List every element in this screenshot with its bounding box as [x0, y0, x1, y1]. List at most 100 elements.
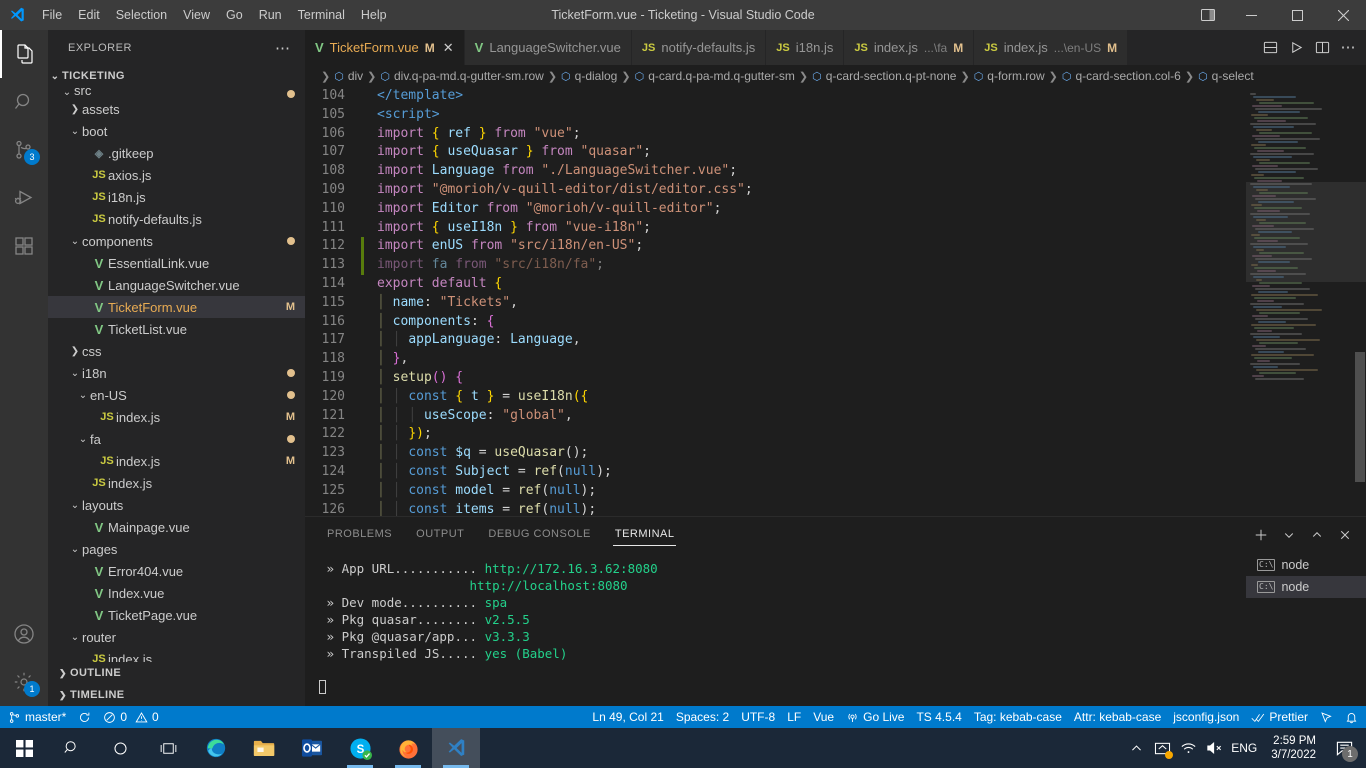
- code-line[interactable]: 115 │ name: "Tickets",: [305, 294, 1246, 313]
- tree-item-ticketpage-vue[interactable]: V TicketPage.vue: [48, 604, 305, 626]
- code-line[interactable]: 116 │ components: {: [305, 313, 1246, 332]
- code-line[interactable]: 112 import enUS from "src/i18n/en-US";: [305, 237, 1246, 257]
- code-line[interactable]: 105 <script>: [305, 106, 1246, 125]
- status-go-live[interactable]: Go Live: [840, 706, 910, 728]
- tree-item-languageswitcher-vue[interactable]: V LanguageSwitcher.vue: [48, 274, 305, 296]
- code-line[interactable]: 120 │ │ const { t } = useI18n({: [305, 388, 1246, 407]
- task-view-icon[interactable]: [144, 728, 192, 768]
- customize-layout-icon[interactable]: [1188, 0, 1228, 30]
- tree-root-ticketing[interactable]: ⌄ TICKETING: [48, 65, 305, 87]
- status-language-mode[interactable]: Vue: [807, 706, 840, 728]
- activity-run-debug[interactable]: [0, 174, 48, 222]
- tree-item-assets[interactable]: ❯ assets: [48, 98, 305, 120]
- editor-tab-index-js[interactable]: JS index.js ...\fa M: [844, 30, 975, 65]
- file-tree-body[interactable]: ⌄ src ❯ assets ⌄ boot ◈ .gitkeep JS axios.js JS i18…: [48, 87, 305, 662]
- tree-item-axios-js[interactable]: JS axios.js: [48, 164, 305, 186]
- terminal-output[interactable]: » App URL........... http://172.16.3.62:…: [305, 552, 1246, 706]
- code-lines-wrap[interactable]: 104 </template> 105 <script> 106 import { ref…: [305, 87, 1246, 516]
- panel-tab-terminal[interactable]: TERMINAL: [612, 517, 677, 552]
- status-branch[interactable]: master*: [2, 706, 72, 728]
- tree-item-ticketform-vue[interactable]: V TicketForm.vue M: [48, 296, 305, 318]
- status-typescript-version[interactable]: TS 4.5.4: [910, 706, 967, 728]
- breadcrumb[interactable]: ❯ ⬡ div ❯ ⬡ div.q-pa-md.q-gutter-sm.row ❯ ⬡ q-di…: [305, 65, 1366, 87]
- tree-item-error404-vue[interactable]: V Error404.vue: [48, 560, 305, 582]
- clock[interactable]: 2:59 PM 3/7/2022: [1261, 728, 1326, 768]
- run-or-debug-icon[interactable]: [1284, 34, 1308, 62]
- tree-item-layouts[interactable]: ⌄ layouts: [48, 494, 305, 516]
- code-line[interactable]: 118 │ },: [305, 350, 1246, 369]
- firefox-icon[interactable]: [384, 728, 432, 768]
- code-line[interactable]: 108 import Language from "./LanguageSwitc…: [305, 162, 1246, 181]
- code-line[interactable]: 114 export default {: [305, 275, 1246, 294]
- taskbar-search-icon[interactable]: [48, 728, 96, 768]
- terminal-instance[interactable]: C:\ node: [1246, 554, 1366, 576]
- tree-item-gitkeep[interactable]: ◈ .gitkeep: [48, 142, 305, 164]
- activity-search[interactable]: [0, 78, 48, 126]
- breadcrumb-item[interactable]: ⬡ q-card-section.q-pt-none: [812, 69, 956, 83]
- terminal-cursor-line[interactable]: [319, 679, 1246, 696]
- breadcrumb-item[interactable]: ⬡ q-select: [1198, 69, 1254, 83]
- file-tree[interactable]: ⌄ TICKETING ⌄ src ❯ assets ⌄ boot ◈ .gitkeep JS a…: [48, 65, 305, 662]
- panel-tab-problems[interactable]: PROBLEMS: [325, 517, 394, 552]
- menu-help[interactable]: Help: [353, 0, 395, 30]
- show-hidden-icons-chevron-icon[interactable]: [1123, 728, 1149, 768]
- activity-extensions[interactable]: [0, 222, 48, 270]
- outlook-icon[interactable]: [288, 728, 336, 768]
- code-line[interactable]: 109 import "@morioh/v-quill-editor/dist/e…: [305, 181, 1246, 200]
- breadcrumb-item[interactable]: ⬡ q-dialog: [561, 69, 617, 83]
- close-panel-icon[interactable]: [1334, 524, 1356, 546]
- tree-item-index-js[interactable]: JS index.js: [48, 472, 305, 494]
- skype-icon[interactable]: S: [336, 728, 384, 768]
- status-indentation[interactable]: Spaces: 2: [670, 706, 735, 728]
- network-wifi-icon[interactable]: [1175, 728, 1201, 768]
- tree-item-css[interactable]: ❯ css: [48, 340, 305, 362]
- tree-item-mainpage-vue[interactable]: V Mainpage.vue: [48, 516, 305, 538]
- tree-item-index-vue[interactable]: V Index.vue: [48, 582, 305, 604]
- code-line[interactable]: 113 import fa from "src/i18n/fa";: [305, 256, 1246, 275]
- sidebar-section-timeline[interactable]: ❯ TIMELINE: [48, 684, 305, 706]
- split-editor-right-icon[interactable]: [1310, 34, 1334, 62]
- editor-scrollbar[interactable]: [1352, 87, 1366, 516]
- tree-item-i18n-js[interactable]: JS i18n.js: [48, 186, 305, 208]
- tree-item-index-js[interactable]: JS index.js M: [48, 450, 305, 472]
- minimize-button[interactable]: [1228, 0, 1274, 30]
- breadcrumb-item[interactable]: ⬡ q-card.q-pa-md.q-gutter-sm: [635, 69, 795, 83]
- editor-tab-ticketform-vue[interactable]: V TicketForm.vue M ✕: [305, 30, 465, 65]
- activity-explorer[interactable]: [0, 30, 48, 78]
- status-encoding[interactable]: UTF-8: [735, 706, 781, 728]
- code-line[interactable]: 124 │ │ const Subject = ref(null);: [305, 463, 1246, 482]
- code-line[interactable]: 123 │ │ const $q = useQuasar();: [305, 444, 1246, 463]
- code-line[interactable]: 125 │ │ const model = ref(null);: [305, 482, 1246, 501]
- editor-tab-i18n-js[interactable]: JS i18n.js: [766, 30, 845, 65]
- editor-tabs[interactable]: V TicketForm.vue M ✕ V LanguageSwitcher.vue JS…: [305, 30, 1252, 65]
- tree-item-i18n[interactable]: ⌄ i18n: [48, 362, 305, 384]
- cortana-circle-icon[interactable]: [96, 728, 144, 768]
- breadcrumb-item[interactable]: ⬡ div: [334, 69, 363, 83]
- tree-item-pages[interactable]: ⌄ pages: [48, 538, 305, 560]
- status-editor-position[interactable]: Ln 49, Col 21: [586, 706, 669, 728]
- status-problems[interactable]: 0 0: [97, 706, 164, 728]
- vscode-taskbar-icon[interactable]: [432, 728, 480, 768]
- terminal-instance-list[interactable]: C:\ node C:\ node: [1246, 552, 1366, 706]
- tree-item-notify-defaults-js[interactable]: JS notify-defaults.js: [48, 208, 305, 230]
- volume-muted-icon[interactable]: [1201, 728, 1227, 768]
- status-attr-case[interactable]: Attr: kebab-case: [1068, 706, 1167, 728]
- start-button[interactable]: [0, 728, 48, 768]
- editor-tab-index-js[interactable]: JS index.js ...\en-US M: [974, 30, 1129, 65]
- status-feedback-icon[interactable]: [1314, 706, 1339, 728]
- minimap[interactable]: [1246, 87, 1366, 516]
- code-line[interactable]: 104 </template>: [305, 87, 1246, 106]
- editor-tab-close-icon[interactable]: ✕: [441, 40, 454, 56]
- breadcrumb-item[interactable]: ⬡ q-form.row: [974, 69, 1045, 83]
- code-line[interactable]: 107 import { useQuasar } from "quasar";: [305, 143, 1246, 162]
- status-sync[interactable]: [72, 706, 97, 728]
- sidebar-more-actions-icon[interactable]: ⋯: [275, 39, 297, 57]
- tree-item-router[interactable]: ⌄ router: [48, 626, 305, 648]
- status-tag-case[interactable]: Tag: kebab-case: [968, 706, 1068, 728]
- tree-item-ticketlist-vue[interactable]: V TicketList.vue: [48, 318, 305, 340]
- activity-accounts[interactable]: [0, 610, 48, 658]
- terminal-instance[interactable]: C:\ node: [1246, 576, 1366, 598]
- menu-terminal[interactable]: Terminal: [290, 0, 353, 30]
- code-lines[interactable]: 104 </template> 105 <script> 106 import { ref…: [305, 87, 1246, 516]
- code-line[interactable]: 121 │ │ │ useScope: "global",: [305, 407, 1246, 426]
